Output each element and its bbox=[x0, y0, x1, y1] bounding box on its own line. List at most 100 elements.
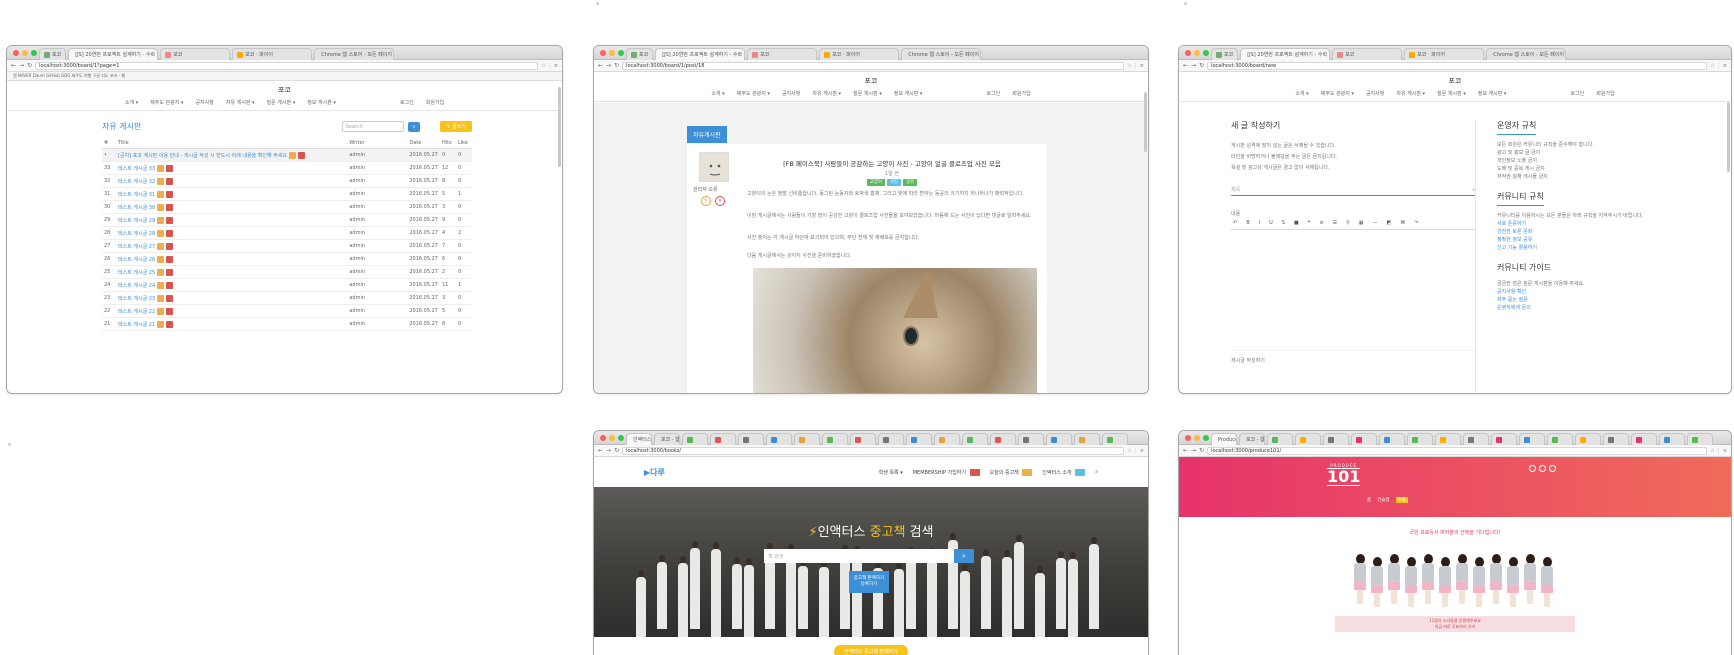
browser-tab[interactable] bbox=[710, 433, 736, 445]
zoom-button[interactable] bbox=[618, 50, 624, 56]
url-field[interactable]: localhost:3000/board/1?page=1 bbox=[35, 61, 539, 70]
nav-item[interactable]: 공지사항 bbox=[782, 90, 800, 97]
nav-item[interactable]: 정보 게시판 ▾ bbox=[894, 90, 923, 97]
browser-tab[interactable] bbox=[766, 433, 792, 445]
browser-tab[interactable] bbox=[1351, 433, 1377, 445]
browser-tab[interactable] bbox=[1687, 433, 1713, 445]
nav-login[interactable]: 로그인 bbox=[400, 99, 414, 106]
table-row[interactable]: 31 테스트 게시글 31 admin 2016.05.27 5 1 bbox=[102, 187, 472, 201]
row-title-link[interactable]: 테스트 게시글 22 bbox=[118, 309, 155, 315]
row-title-link[interactable]: 테스트 게시글 27 bbox=[118, 244, 155, 250]
menu-icon[interactable]: ☆ ⋮ ≡ bbox=[1710, 63, 1727, 69]
row-title[interactable]: 테스트 게시글 29 bbox=[116, 213, 348, 227]
browser-tab[interactable] bbox=[738, 433, 764, 445]
produce-link[interactable]: 투표 bbox=[1395, 497, 1408, 503]
bullet-icon[interactable]: ■ bbox=[1294, 220, 1299, 229]
row-title-link[interactable]: 테스트 게시글 23 bbox=[118, 296, 155, 302]
back-icon[interactable]: ← bbox=[598, 447, 603, 454]
table-row[interactable]: 22 테스트 게시글 22 admin 2016.05.27 5 0 bbox=[102, 304, 472, 318]
browser-tab[interactable] bbox=[990, 433, 1016, 445]
row-title-link[interactable]: 테스트 게시글 24 bbox=[118, 283, 155, 289]
row-title-link[interactable]: 테스트 게시글 28 bbox=[118, 231, 155, 237]
nav-item[interactable]: 자유 게시판 ▾ bbox=[812, 90, 841, 97]
row-title-link[interactable]: 테스트 게시글 26 bbox=[118, 257, 155, 263]
table-row[interactable]: 33 테스트 게시글 33 admin 2016.05.27 12 0 bbox=[102, 161, 472, 175]
nav-item[interactable]: MEMBERSHIP 가입하기 bbox=[913, 468, 980, 476]
close-window-button[interactable] bbox=[13, 50, 19, 56]
table-row[interactable]: 26 테스트 게시글 26 admin 2016.05.27 6 0 bbox=[102, 252, 472, 266]
reload-icon[interactable]: ↻ bbox=[614, 447, 619, 454]
url-field[interactable]: localhost:3000/produce101/ bbox=[1207, 446, 1708, 455]
twitter-icon[interactable] bbox=[1539, 465, 1546, 472]
row-title[interactable]: 테스트 게시글 28 bbox=[116, 226, 348, 240]
browser-tab[interactable]: Chrome 웹 스토어 - 모든 페이지 bbox=[901, 48, 982, 60]
browser-tab[interactable] bbox=[1379, 433, 1405, 445]
row-title-link[interactable]: 테스트 게시글 32 bbox=[118, 179, 155, 185]
nav-item[interactable]: 인액터스 소개 bbox=[1042, 468, 1086, 476]
browser-tab[interactable]: 포코 ‧ 파이어 bbox=[1404, 48, 1485, 60]
minimize-button[interactable] bbox=[609, 435, 615, 441]
underline-icon[interactable]: U bbox=[1269, 220, 1273, 229]
nav-item[interactable]: 정보 게시판 ▾ bbox=[307, 99, 336, 106]
browser-tab[interactable] bbox=[906, 433, 932, 445]
row-title-link[interactable]: 테스트 게시글 21 bbox=[118, 322, 155, 328]
browser-tab[interactable]: 포코 - 웹사이트 - 검색 bbox=[654, 433, 680, 445]
zoom-button[interactable] bbox=[1203, 435, 1209, 441]
scrollbar[interactable] bbox=[1144, 92, 1147, 152]
browser-tab[interactable] bbox=[682, 433, 708, 445]
back-icon[interactable]: ← bbox=[598, 62, 603, 69]
browser-tab[interactable]: Chrome 웹 스토어 - 모든 페이지 bbox=[314, 48, 395, 60]
redo-icon[interactable]: ↷ bbox=[1414, 220, 1418, 229]
nav-item[interactable]: 학생 목록 ▾ bbox=[879, 469, 903, 476]
row-title-link[interactable]: 테스트 게시글 33 bbox=[118, 166, 155, 172]
nav-item[interactable]: 제주도 관광지 ▾ bbox=[150, 99, 183, 106]
forward-icon[interactable]: → bbox=[606, 62, 611, 69]
italic-icon[interactable]: I bbox=[1259, 220, 1260, 229]
enactus-logo[interactable]: ▶다루 bbox=[644, 467, 665, 478]
zoom-button[interactable] bbox=[618, 435, 624, 441]
book-search-input[interactable]: 책 검색 bbox=[764, 549, 954, 563]
nav-signup[interactable]: 회원가입 bbox=[1012, 90, 1030, 97]
nav-item[interactable]: 정보 게시판 ▾ bbox=[1478, 90, 1507, 97]
minimize-button[interactable] bbox=[609, 50, 615, 56]
write-button[interactable]: ✎ 글쓰기 bbox=[440, 121, 472, 132]
tag[interactable]: 사진 bbox=[886, 179, 902, 186]
browser-tab[interactable] bbox=[1046, 433, 1072, 445]
nav-item[interactable]: 제주도 관광지 ▾ bbox=[1321, 90, 1354, 97]
title-input[interactable]: 제목 ⌕ bbox=[1231, 184, 1475, 196]
nav-item[interactable]: 소개 ▾ bbox=[1295, 90, 1308, 97]
row-title-link[interactable]: 테스트 게시글 31 bbox=[118, 192, 155, 198]
menu-icon[interactable]: ☆ ⋮ ≡ bbox=[1127, 448, 1144, 454]
browser-tab[interactable] bbox=[1575, 433, 1601, 445]
browser-tab[interactable]: 포코 ‧ 파이어 bbox=[232, 48, 313, 60]
browser-tab[interactable] bbox=[1267, 433, 1293, 445]
browser-tab[interactable]: 포코 bbox=[39, 48, 67, 60]
delete-icon[interactable]: ✕ bbox=[715, 196, 725, 206]
bold-icon[interactable]: B bbox=[1246, 220, 1249, 229]
url-field[interactable]: localhost:3000/books/ bbox=[622, 446, 1125, 455]
browser-tab[interactable] bbox=[962, 433, 988, 445]
table-row[interactable]: 24 테스트 게시글 24 admin 2016.05.27 11 1 bbox=[102, 278, 472, 292]
browser-tab[interactable] bbox=[1295, 433, 1321, 445]
browser-tab[interactable] bbox=[1631, 433, 1657, 445]
row-title-link[interactable]: [공지] 포코 게시판 이용 안내 - 게시글 작성 시 반드시 아래 내용을 … bbox=[118, 152, 287, 159]
browser-tab[interactable]: Chrome 웹 스토어 - 모든 페이지 bbox=[1486, 48, 1567, 60]
table-row[interactable]: 28 테스트 게시글 28 admin 2016.05.27 4 2 bbox=[102, 226, 472, 240]
facebook-icon[interactable] bbox=[1529, 465, 1536, 472]
browser-tab[interactable]: 포코 ‧ 파이어 bbox=[819, 48, 900, 60]
row-title[interactable]: 테스트 게시글 33 bbox=[116, 161, 348, 175]
forward-icon[interactable]: → bbox=[1191, 447, 1196, 454]
nav-signup[interactable]: 회원가입 bbox=[1596, 90, 1614, 97]
nav-item[interactable]: 질문 게시판 ▾ bbox=[267, 99, 296, 106]
table-icon[interactable]: ▦ bbox=[1359, 220, 1364, 229]
nav-login[interactable]: 로그인 bbox=[1570, 90, 1584, 97]
browser-tab[interactable] bbox=[794, 433, 820, 445]
browser-tab[interactable]: [JS] 20연번 프로젝트 설계하기 - 수락 bbox=[1240, 48, 1331, 60]
zoom-button[interactable] bbox=[31, 50, 37, 56]
nav-item[interactable]: 자유 게시판 ▾ bbox=[1396, 90, 1425, 97]
row-title[interactable]: 테스트 게시글 24 bbox=[116, 278, 348, 292]
browser-tab[interactable]: 포코 bbox=[1332, 48, 1403, 60]
browser-tab[interactable] bbox=[1491, 433, 1517, 445]
browser-tab[interactable] bbox=[1519, 433, 1545, 445]
reload-icon[interactable]: ↻ bbox=[1199, 447, 1204, 454]
